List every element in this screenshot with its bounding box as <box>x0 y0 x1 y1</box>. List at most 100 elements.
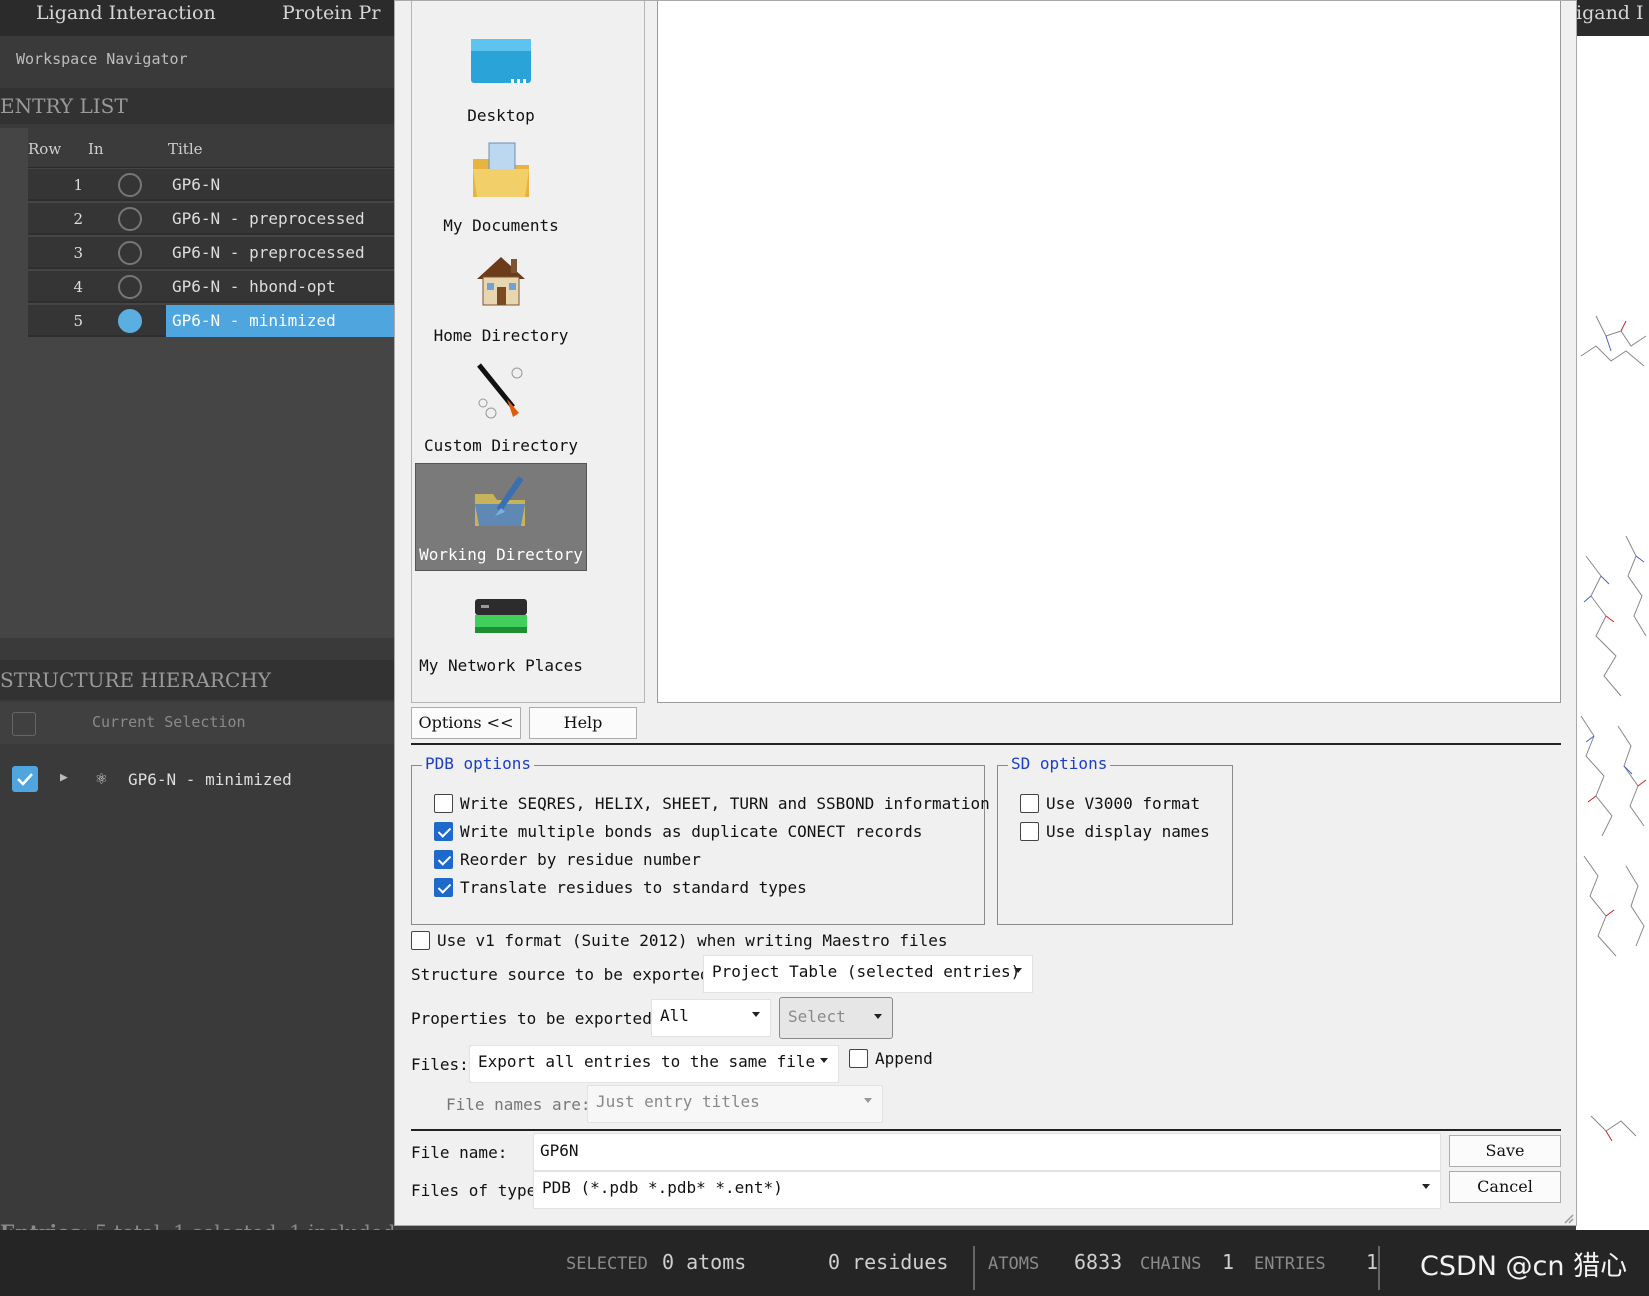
column-row[interactable]: Row <box>28 140 61 158</box>
checkbox[interactable] <box>434 850 453 869</box>
entry-title[interactable]: GP6-N - minimized <box>166 305 396 337</box>
hierarchy-item-checkbox[interactable] <box>12 766 38 792</box>
checkbox-label: Translate residues to standard types <box>460 878 807 897</box>
options-button[interactable]: Options << <box>411 707 521 739</box>
place-label: Custom Directory <box>423 436 579 455</box>
chevron-down-icon <box>1422 1184 1430 1189</box>
properties-dropdown[interactable]: All <box>651 999 771 1037</box>
selected-label: SELECTED <box>566 1254 648 1274</box>
include-toggle[interactable] <box>118 241 142 265</box>
entry-title[interactable]: GP6-N - hbond-opt <box>166 271 396 303</box>
entry-list-header-bar: ENTRY LIST <box>0 88 395 124</box>
structure-source-dropdown[interactable]: Project Table (selected entries) <box>703 955 1033 993</box>
current-selection-bar: Current Selection <box>0 702 395 744</box>
checkbox-label: Use V3000 format <box>1046 794 1201 813</box>
table-row[interactable]: 3 GP6-N - preprocessed <box>28 237 395 269</box>
place-working-directory[interactable]: Working Directory <box>415 463 587 571</box>
include-toggle[interactable] <box>118 207 142 231</box>
checkbox-label: Append <box>875 1049 933 1068</box>
files-mode-dropdown[interactable]: Export all entries to the same file <box>469 1045 839 1083</box>
checkbox[interactable] <box>411 931 430 950</box>
status-divider <box>973 1246 975 1290</box>
place-my-network-places[interactable]: My Network Places <box>416 573 586 681</box>
menu-ligand-interaction[interactable]: Ligand Interaction <box>36 2 216 24</box>
file-name-value: GP6N <box>540 1141 579 1160</box>
entry-table-header: Row In Title <box>28 128 395 168</box>
column-title[interactable]: Title <box>168 140 203 158</box>
structure-viewer[interactable] <box>1576 36 1649 1250</box>
entry-title[interactable]: GP6-N <box>166 169 396 201</box>
cancel-button[interactable]: Cancel <box>1449 1171 1561 1203</box>
place-label: My Network Places <box>419 656 583 675</box>
menu-ligand-right[interactable]: igand I <box>1576 2 1644 24</box>
entry-table: Row In Title 1 GP6-N 2 GP6-N - preproces… <box>0 128 396 638</box>
files-of-type-dropdown[interactable]: PDB (*.pdb *.pdb* *.ent*) <box>533 1171 1441 1209</box>
checkbox[interactable] <box>434 822 453 841</box>
menu-protein-preparation[interactable]: Protein Pr <box>282 2 380 24</box>
checkbox-label: Write SEQRES, HELIX, SHEET, TURN and SSB… <box>460 794 990 813</box>
include-toggle[interactable] <box>118 309 142 333</box>
molecule-wireframe-icon <box>1580 315 1647 1142</box>
help-button[interactable]: Help <box>529 707 637 739</box>
checkbox[interactable] <box>849 1049 868 1068</box>
place-label: Working Directory <box>419 545 583 564</box>
options-divider <box>411 743 1561 745</box>
file-names-label: File names are: <box>446 1095 591 1114</box>
home-icon <box>477 257 525 306</box>
checkbox[interactable] <box>434 878 453 897</box>
table-row[interactable]: 2 GP6-N - preprocessed <box>28 203 395 235</box>
export-dialog: Desktop My Documents Home Directory Cust… <box>394 0 1577 1226</box>
entries-count: 1 <box>1366 1250 1379 1274</box>
chevron-down-icon <box>752 1012 760 1017</box>
row-number: 2 <box>73 210 83 228</box>
select-button-label: Select <box>788 1007 846 1026</box>
include-toggle[interactable] <box>118 173 142 197</box>
sd-options-title: SD options <box>1008 754 1111 773</box>
molecule-icon: ⚛ <box>96 768 107 789</box>
file-names-dropdown[interactable]: Just entry titles <box>587 1085 883 1123</box>
entry-title[interactable]: GP6-N - preprocessed <box>166 237 396 269</box>
atoms-count: 6833 <box>1074 1250 1123 1274</box>
table-row[interactable]: 1 GP6-N <box>28 169 395 201</box>
custom-directory-icon <box>477 363 523 419</box>
pdb-options-group: PDB options Write SEQRES, HELIX, SHEET, … <box>411 754 990 925</box>
checkbox[interactable] <box>1020 822 1039 841</box>
place-label: Home Directory <box>433 326 569 345</box>
save-button[interactable]: Save <box>1449 1135 1561 1167</box>
checkbox[interactable] <box>1020 794 1039 813</box>
file-names-value: Just entry titles <box>596 1092 760 1111</box>
file-divider <box>411 1129 1561 1131</box>
files-of-type-value: PDB (*.pdb *.pdb* *.ent*) <box>542 1178 783 1197</box>
chevron-down-icon <box>820 1058 828 1063</box>
checkbox[interactable] <box>434 794 453 813</box>
file-list-area[interactable] <box>657 1 1561 703</box>
entry-list-heading: ENTRY LIST <box>0 94 128 118</box>
selected-atoms: 0 atoms <box>662 1250 747 1274</box>
table-row[interactable]: 4 GP6-N - hbond-opt <box>28 271 395 303</box>
entry-title[interactable]: GP6-N - preprocessed <box>166 203 396 235</box>
watermark: CSDN @cn 猎心 <box>1420 1251 1628 1282</box>
place-custom-directory[interactable]: Custom Directory <box>416 353 586 461</box>
files-of-type-label: Files of type: <box>411 1181 546 1200</box>
column-in[interactable]: In <box>88 140 104 158</box>
navigator-title: Workspace Navigator <box>16 50 188 68</box>
selected-residues: 0 residues <box>828 1250 949 1274</box>
resize-grip-icon[interactable] <box>1561 1211 1575 1225</box>
hierarchy-item-label[interactable]: GP6-N - minimized <box>128 770 292 789</box>
files-mode-value: Export all entries to the same file <box>478 1052 816 1071</box>
table-row[interactable]: 5 GP6-N - minimized <box>28 305 396 337</box>
workspace-navigator: Workspace Navigator ENTRY LIST Row In Ti… <box>0 36 540 1250</box>
include-toggle[interactable] <box>118 275 142 299</box>
expand-arrow-icon[interactable]: ▶ <box>60 770 68 785</box>
place-home-directory[interactable]: Home Directory <box>416 243 586 351</box>
file-name-label: File name: <box>411 1143 508 1162</box>
row-number: 4 <box>73 278 83 296</box>
place-desktop[interactable]: Desktop <box>416 23 586 131</box>
current-selection-label: Current Selection <box>92 713 246 731</box>
current-selection-checkbox[interactable] <box>12 712 36 736</box>
status-bar: SELECTED 0 atoms 0 residues ATOMS 6833 C… <box>0 1230 1649 1296</box>
place-my-documents[interactable]: My Documents <box>416 133 586 241</box>
select-properties-button[interactable]: Select <box>779 997 893 1039</box>
file-name-input[interactable]: GP6N <box>533 1133 1441 1171</box>
places-sidebar: Desktop My Documents Home Directory Cust… <box>411 1 645 703</box>
